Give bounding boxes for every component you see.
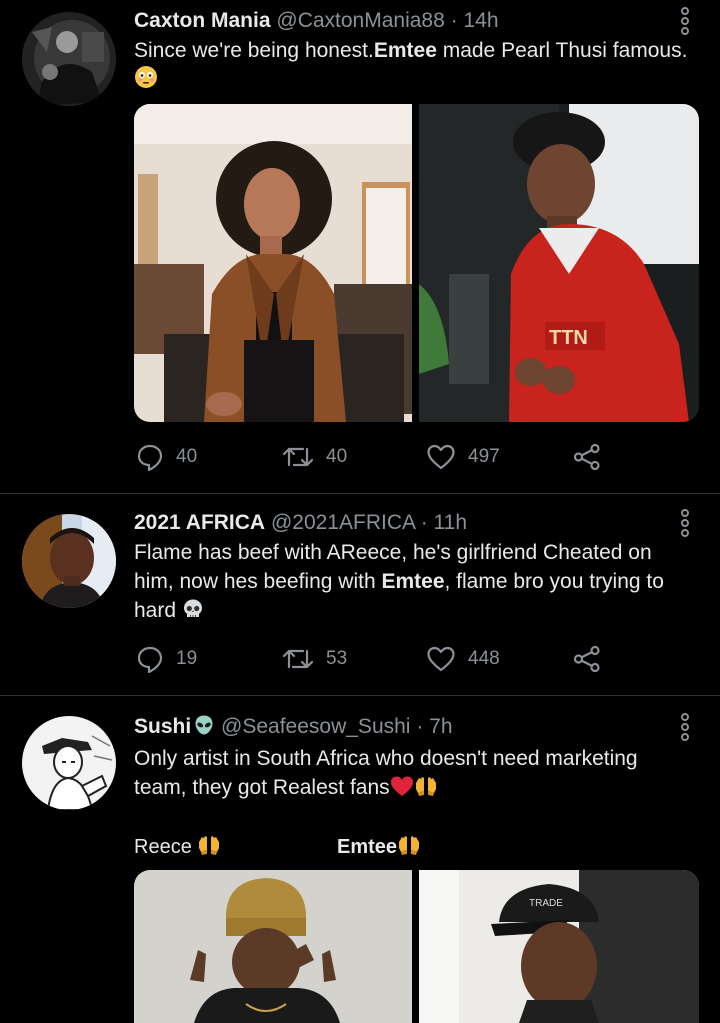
more-options-icon[interactable]: [676, 6, 694, 36]
photo-woman-brown-jacket[interactable]: [134, 104, 412, 422]
retweet-count: 53: [326, 648, 348, 669]
tweet-text-part: Only artist in South Africa who doesn't …: [134, 747, 638, 799]
heart-icon: [426, 645, 456, 673]
avatar[interactable]: [22, 716, 116, 810]
skull-icon: [182, 598, 204, 628]
tweet-caxton-mania[interactable]: Caxton Mania @CaxtonMania88 · 14h Since …: [0, 0, 720, 493]
share-icon: [572, 645, 602, 673]
timestamp[interactable]: 7h: [429, 715, 452, 738]
tweet-header: 2021 AFRICA @2021AFRICA · 11h: [134, 510, 467, 536]
share-button[interactable]: [572, 442, 602, 472]
tweet-text-part: Since we're being honest.: [134, 39, 374, 62]
user-handle[interactable]: @2021AFRICA: [271, 511, 415, 534]
reply-icon: [136, 645, 164, 673]
tweet-text: Only artist in South Africa who doesn't …: [134, 744, 694, 805]
retweet-button[interactable]: 53: [282, 644, 347, 674]
separator-dot: ·: [450, 9, 458, 32]
like-button[interactable]: 448: [426, 644, 500, 674]
display-name[interactable]: 2021 AFRICA: [134, 511, 265, 534]
caption-right-text: Emtee: [337, 836, 398, 858]
tweet-media[interactable]: TTN: [134, 104, 699, 422]
tweet-text-bold: Emtee: [381, 570, 445, 593]
reply-icon: [136, 443, 164, 471]
user-handle[interactable]: @Seafeesow_Sushi: [221, 715, 410, 738]
like-count: 497: [468, 446, 500, 467]
separator-dot: ·: [420, 511, 428, 534]
like-count: 448: [468, 648, 500, 669]
red-heart-icon: [390, 775, 414, 805]
tweet-text-bold: Emtee: [373, 39, 437, 62]
raising-hands-icon: [197, 834, 221, 862]
reply-button[interactable]: 40: [136, 442, 197, 472]
tweet-text: Since we're being honest.Emtee made Pear…: [134, 36, 694, 97]
tweet-header: Sushi @Seafeesow_Sushi · 7h: [134, 714, 453, 743]
separator-dot: ·: [416, 715, 424, 738]
tweet-actions: 40 40 497: [136, 442, 606, 472]
retweet-icon: [282, 443, 314, 471]
share-icon: [572, 443, 602, 471]
flushed-face-icon: [134, 65, 158, 97]
heart-icon: [426, 443, 456, 471]
tweet-2021-africa[interactable]: 2021 AFRICA @2021AFRICA · 11h Flame has …: [0, 494, 720, 695]
retweet-button[interactable]: 40: [282, 442, 347, 472]
avatar[interactable]: [22, 514, 116, 608]
display-name[interactable]: Sushi: [134, 715, 191, 738]
tweet-actions: 19 53 448: [136, 644, 606, 674]
more-options-icon[interactable]: [676, 508, 694, 538]
tweet-text: Flame has beef with AReece, he's girlfri…: [134, 538, 694, 628]
reply-count: 19: [176, 648, 198, 669]
alien-icon: [193, 714, 215, 743]
share-button[interactable]: [572, 644, 602, 674]
photo-man-black-cap[interactable]: TRADE: [419, 870, 699, 1023]
timestamp[interactable]: 14h: [463, 9, 498, 32]
tweet-sushi[interactable]: Sushi @Seafeesow_Sushi · 7h Only artist …: [0, 696, 720, 1023]
avatar[interactable]: [22, 12, 116, 106]
retweet-icon: [282, 645, 314, 673]
svg-text:TRADE: TRADE: [529, 898, 563, 909]
tweet-header: Caxton Mania @CaxtonMania88 · 14h: [134, 8, 499, 34]
raising-hands-icon: [397, 834, 421, 862]
display-name[interactable]: Caxton Mania: [134, 9, 271, 32]
photo-man-yellow-beanie[interactable]: [134, 870, 412, 1023]
svg-text:TTN: TTN: [549, 327, 588, 349]
caption-right: Emtee: [337, 834, 421, 862]
raising-hands-icon: [414, 775, 438, 805]
more-options-icon[interactable]: [676, 712, 694, 742]
photo-man-red-hoodie[interactable]: TTN: [419, 104, 699, 422]
user-handle[interactable]: @CaxtonMania88: [276, 9, 444, 32]
tweet-media[interactable]: TRADE: [134, 870, 699, 1023]
caption-left: Reece: [134, 834, 221, 862]
reply-count: 40: [176, 446, 198, 467]
like-button[interactable]: 497: [426, 442, 500, 472]
retweet-count: 40: [326, 446, 348, 467]
timestamp[interactable]: 11h: [434, 511, 467, 534]
reply-button[interactable]: 19: [136, 644, 197, 674]
caption-left-text: Reece: [134, 836, 192, 858]
tweet-text-part: made Pearl Thusi famous.: [436, 39, 688, 62]
